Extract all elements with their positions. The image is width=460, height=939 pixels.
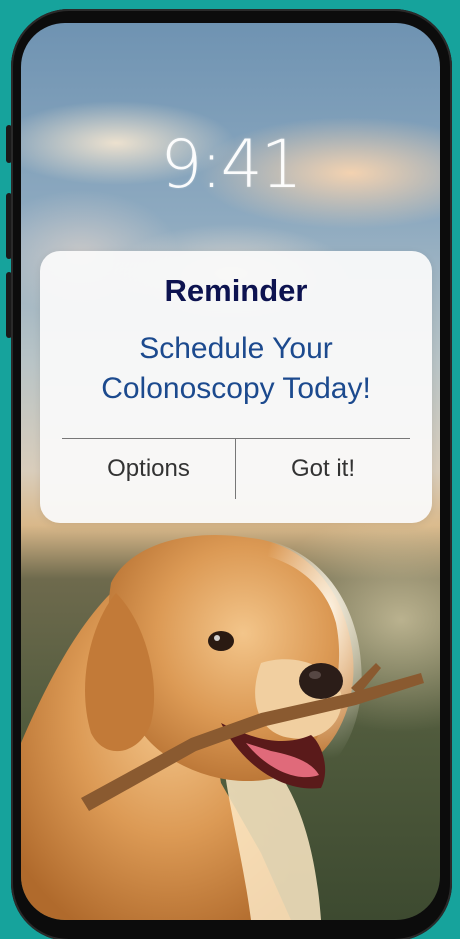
reminder-notification[interactable]: Reminder Schedule Your Colonoscopy Today… (40, 251, 432, 523)
notification-message: Schedule Your Colonoscopy Today! (40, 329, 432, 409)
options-button[interactable]: Options (62, 439, 235, 499)
lock-screen: 9:41 Reminder Schedule Your Colonoscopy … (21, 23, 440, 920)
notification-message-line: Schedule Your (139, 332, 333, 365)
lock-screen-time: 9:41 (160, 126, 302, 203)
got-it-button[interactable]: Got it! (236, 439, 410, 499)
notification-message-line: Colonoscopy Today! (101, 372, 371, 405)
page-background: 9:41 Reminder Schedule Your Colonoscopy … (0, 0, 460, 939)
notification-title: Reminder (164, 273, 308, 308)
